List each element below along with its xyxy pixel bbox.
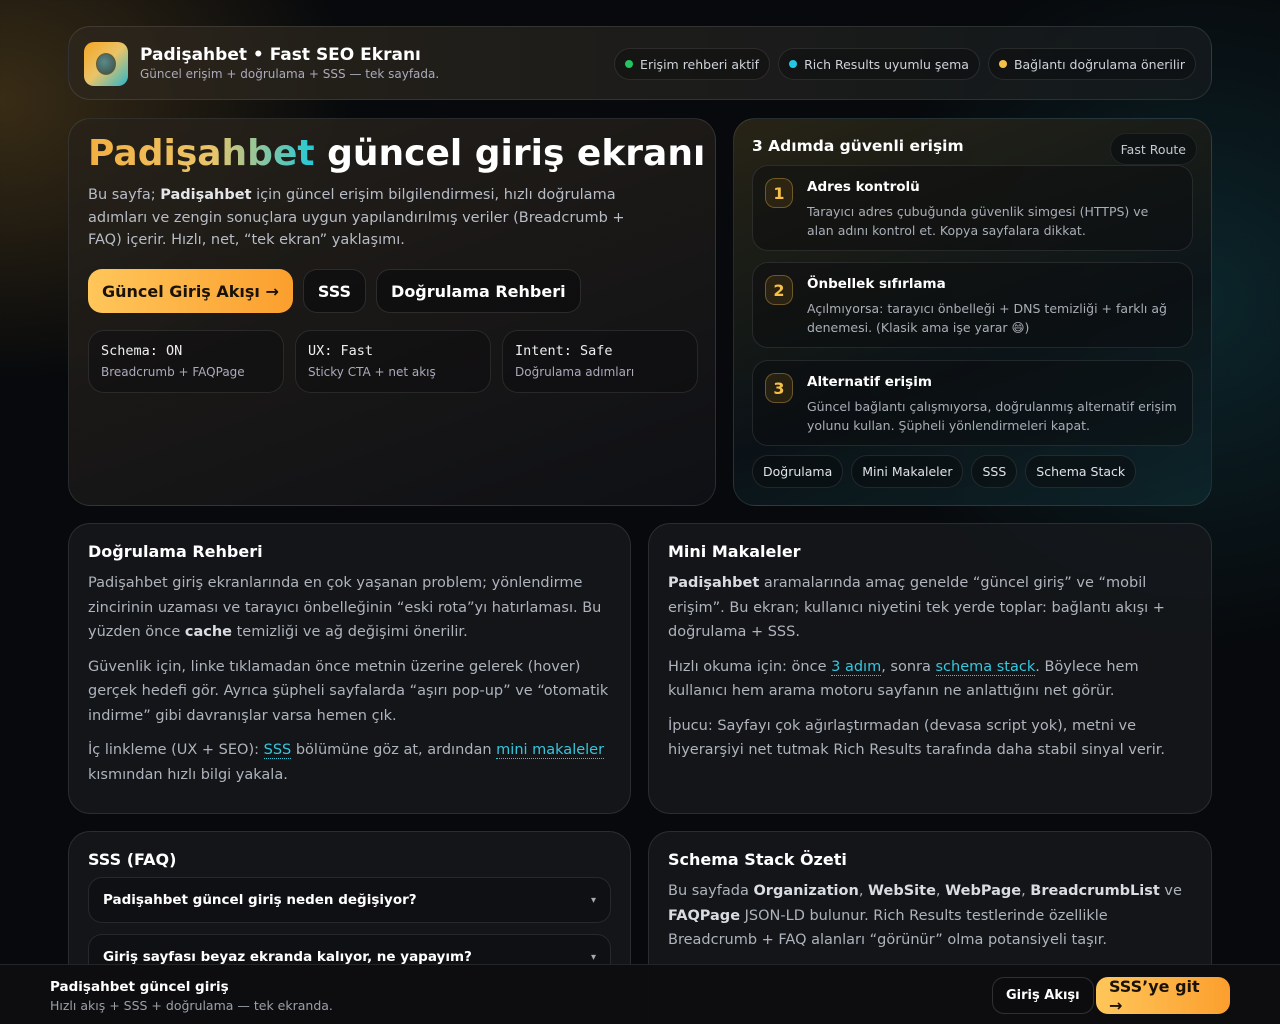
login-flow-button[interactable]: Güncel Giriş Akışı →: [88, 269, 293, 313]
step-title: Önbellek sıfırlama: [807, 276, 946, 292]
bold-text: Padişahbet: [668, 575, 760, 591]
step-item: 2 Önbellek sıfırlama Açılmıyorsa: tarayıcı…: [752, 262, 1193, 348]
status-dot-icon: [625, 60, 634, 68]
section-title: SSS (FAQ): [88, 850, 177, 869]
text: İpucu: Sayfayı çok ağırlaştırmadan (deva…: [668, 717, 1165, 759]
stat-card-schema: Schema: ON Breadcrumb + FAQPage: [88, 330, 284, 393]
bold-text: cache: [184, 624, 233, 640]
section-title: Mini Makaleler: [668, 542, 801, 561]
text: ve: [1159, 883, 1182, 899]
text: İç linkleme (UX + SEO):: [88, 742, 264, 758]
stat-key: Schema: ON: [101, 343, 183, 359]
verification-guide-section: Doğrulama Rehberi Padişahbet giriş ekran…: [68, 523, 631, 814]
section-title: Schema Stack Özeti: [668, 850, 847, 869]
faq-question: Giriş sayfası beyaz ekranda kalıyor, ne …: [103, 949, 472, 965]
step-title: Alternatif erişim: [807, 374, 932, 390]
pill-label: Bağlantı doğrulama önerilir: [1013, 56, 1185, 72]
chevron-down-icon: ▾: [590, 894, 596, 906]
stat-value: Doğrulama adımları: [515, 365, 635, 379]
login-flow-cta-button[interactable]: Giriş Akışı: [992, 977, 1094, 1014]
sticky-cta-bar: Padişahbet güncel giriş Hızlı akış + SSS…: [0, 964, 1280, 1024]
inline-link[interactable]: SSS: [263, 742, 292, 759]
step-number: 3: [765, 373, 793, 403]
step-desc: Tarayıcı adres çubuğunda güvenlik simges…: [807, 204, 1149, 238]
cta-title: Padişahbet güncel giriş: [50, 979, 229, 995]
status-pill-access: Erişim rehberi aktif: [614, 48, 771, 80]
status-pill-link-check: Bağlantı doğrulama önerilir: [987, 48, 1196, 80]
chip-faq[interactable]: SSS: [971, 455, 1018, 488]
text: Güvenlik için, linke tıklamadan önce met…: [88, 658, 609, 724]
step-title: Adres kontrolü: [807, 179, 920, 195]
chip-schema-stack[interactable]: Schema Stack: [1025, 455, 1137, 488]
bold-text: BreadcrumbList: [1030, 883, 1160, 899]
step-desc: Güncel bağlantı çalışmıyorsa, doğrulanmı…: [807, 399, 1177, 433]
logo: [84, 42, 128, 86]
paragraph: Padişahbet aramalarında amaç genelde “gü…: [668, 571, 1192, 645]
text: Bu sayfa;: [88, 187, 161, 203]
text: ,: [935, 883, 946, 899]
hero-lead: Bu sayfa; Padişahbet için güncel erişim …: [88, 184, 628, 252]
faq-button[interactable]: SSS: [302, 269, 367, 313]
stat-key: UX: Fast: [308, 343, 374, 359]
text: Bu sayfada: [668, 883, 754, 899]
steps-panel: 3 Adımda güvenli erişim Fast Route 1 Adre…: [733, 118, 1212, 506]
chip-verification[interactable]: Doğrulama: [752, 455, 844, 488]
step-item: 1 Adres kontrolü Tarayıcı adres çubuğunda …: [752, 165, 1193, 251]
hero-section: Padişahbet güncel giriş ekranı Bu sayfa;…: [68, 118, 716, 506]
chevron-down-icon: ▾: [590, 951, 596, 963]
inline-link[interactable]: schema stack: [935, 658, 1036, 676]
step-item: 3 Alternatif erişim Güncel bağlantı çalışm…: [752, 360, 1193, 446]
paragraph: Güvenlik için, linke tıklamadan önce met…: [88, 655, 611, 729]
steps-title: 3 Adımda güvenli erişim: [752, 137, 964, 155]
step-desc: Açılmıyorsa: tarayıcı önbelleği + DNS te…: [807, 301, 1167, 335]
stat-value: Sticky CTA + net akış: [308, 365, 436, 379]
step-number: 2: [765, 275, 793, 305]
bold-text: FAQPage: [668, 907, 741, 924]
step-number: 1: [765, 178, 793, 208]
title-brand: Padişahbet: [88, 133, 315, 174]
page-title: Padişahbet güncel giriş ekranı: [88, 133, 705, 174]
status-dot-icon: [789, 60, 798, 68]
top-header: Padişahbet • Fast SEO Ekranı Güncel eriş…: [68, 26, 1212, 100]
inline-link[interactable]: 3 adım: [831, 658, 882, 676]
stat-key: Intent: Safe: [515, 343, 613, 359]
verification-guide-button[interactable]: Doğrulama Rehberi: [376, 269, 581, 313]
stat-card-ux: UX: Fast Sticky CTA + net akış: [295, 330, 491, 393]
bold-text: WebSite: [868, 883, 936, 899]
faq-question: Padişahbet güncel giriş neden değişiyor?: [103, 892, 417, 908]
text: temizliği ve ağ değişimi önerilir.: [232, 624, 468, 640]
text: ,: [858, 883, 869, 899]
paragraph: Padişahbet giriş ekranlarında en çok yaş…: [88, 571, 611, 645]
cta-subtitle: Hızlı akış + SSS + doğrulama — tek ekran…: [50, 998, 333, 1013]
paragraph: Hızlı okuma için: önce 3 adım, sonra sch…: [668, 655, 1192, 704]
text: kısmından hızlı bilgi yakala.: [88, 766, 288, 783]
inline-link[interactable]: mini makaleler: [496, 742, 605, 759]
paragraph: Bu sayfada Organization, WebSite, WebPag…: [668, 879, 1192, 953]
go-to-faq-button[interactable]: SSS’ye git →: [1096, 977, 1230, 1015]
bold-text: WebPage: [945, 883, 1022, 899]
text: ,: [1021, 883, 1031, 899]
stat-value: Breadcrumb + FAQPage: [101, 365, 245, 379]
bold-text: Organization: [753, 883, 859, 899]
title-rest: güncel giriş ekranı: [314, 133, 706, 174]
status-pill-rich-results: Rich Results uyumlu şema: [778, 48, 980, 80]
paragraph: İç linkleme (UX + SEO): SSS bölümüne göz…: [88, 738, 611, 787]
faq-item[interactable]: Padişahbet güncel giriş neden değişiyor?…: [88, 877, 611, 923]
site-subtitle: Güncel erişim + doğrulama + SSS — tek sa…: [140, 67, 440, 81]
pill-label: Rich Results uyumlu şema: [804, 56, 969, 72]
text: , sonra: [881, 658, 936, 675]
chip-mini-articles[interactable]: Mini Makaleler: [851, 455, 964, 488]
site-title: Padişahbet • Fast SEO Ekranı: [140, 45, 421, 65]
text: Hızlı okuma için: önce: [668, 658, 832, 675]
stat-card-intent: Intent: Safe Doğrulama adımları: [502, 330, 698, 393]
fast-route-badge: Fast Route: [1109, 133, 1197, 165]
text: bölümüne göz at, ardından: [291, 742, 497, 758]
paragraph: İpucu: Sayfayı çok ağırlaştırmadan (deva…: [668, 714, 1192, 763]
status-dot-icon: [998, 60, 1007, 68]
section-title: Doğrulama Rehberi: [88, 542, 263, 561]
bold-text: Padişahbet: [160, 187, 252, 203]
pill-label: Erişim rehberi aktif: [640, 56, 760, 72]
mini-articles-section: Mini Makaleler Padişahbet aramalarında a…: [648, 523, 1212, 814]
